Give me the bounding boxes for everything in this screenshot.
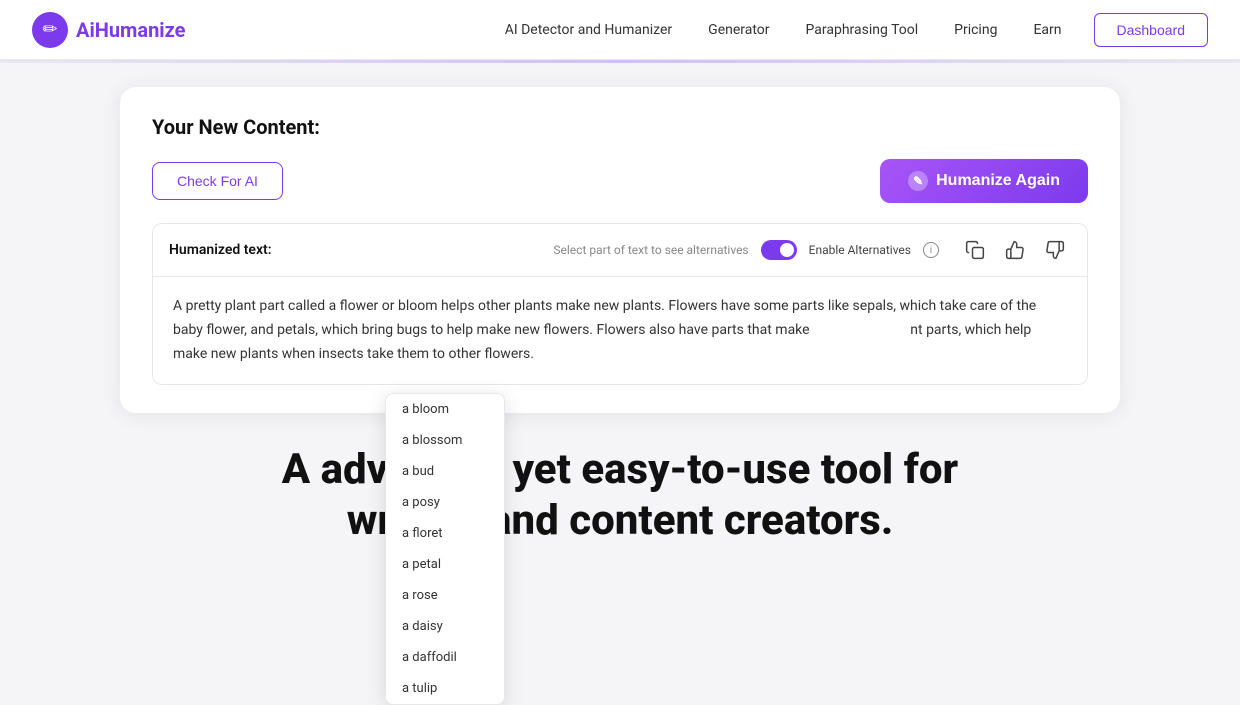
alternatives-dropdown: a bloom a blossom a bud a posy a floret … bbox=[385, 393, 505, 705]
dropdown-item-3[interactable]: a posy bbox=[386, 487, 504, 518]
humanize-again-button[interactable]: ✎ Humanize Again bbox=[880, 159, 1088, 203]
nav-links: AI Detector and Humanizer Generator Para… bbox=[505, 22, 1062, 38]
info-icon[interactable]: i bbox=[923, 242, 939, 258]
nav-link-pricing[interactable]: Pricing bbox=[954, 22, 997, 38]
logo-icon: ✏ bbox=[32, 12, 68, 48]
dropdown-item-5[interactable]: a petal bbox=[386, 549, 504, 580]
logo-text: AiHumanize bbox=[76, 18, 185, 42]
logo: ✏ AiHumanize bbox=[32, 12, 185, 48]
copy-button[interactable] bbox=[959, 234, 991, 266]
card-title: Your New Content: bbox=[152, 115, 1088, 139]
enable-alternatives-label: Enable Alternatives bbox=[809, 243, 911, 257]
dropdown-item-8[interactable]: a daffodil bbox=[386, 642, 504, 673]
content-card: Your New Content: Check For AI ✎ Humaniz… bbox=[120, 87, 1120, 413]
alternatives-hint: Select part of text to see alternatives bbox=[553, 243, 748, 257]
navbar: ✏ AiHumanize AI Detector and Humanizer G… bbox=[0, 0, 1240, 60]
card-actions: Check For AI ✎ Humanize Again bbox=[152, 159, 1088, 203]
dropdown-item-1[interactable]: a blossom bbox=[386, 425, 504, 456]
enable-alternatives-toggle[interactable] bbox=[761, 240, 797, 260]
dropdown-item-9[interactable]: a tulip bbox=[386, 673, 504, 704]
humanize-icon: ✎ bbox=[908, 171, 928, 191]
dropdown-item-6[interactable]: a rose bbox=[386, 580, 504, 611]
text-section: Humanized text: Select part of text to s… bbox=[152, 223, 1088, 385]
text-content: A pretty plant part called a flower or b… bbox=[153, 277, 1087, 384]
dropdown-item-7[interactable]: a daisy bbox=[386, 611, 504, 642]
nav-link-ai-detector[interactable]: AI Detector and Humanizer bbox=[505, 22, 672, 38]
humanized-text-label: Humanized text: bbox=[169, 242, 272, 258]
thumbup-button[interactable] bbox=[999, 234, 1031, 266]
dashboard-button[interactable]: Dashboard bbox=[1094, 13, 1209, 47]
dropdown-item-4[interactable]: a floret bbox=[386, 518, 504, 549]
dropdown-item-0[interactable]: a bloom bbox=[386, 394, 504, 425]
main-content: Your New Content: Check For AI ✎ Humaniz… bbox=[0, 63, 1240, 570]
bottom-headline: A advanced yet easy-to-use tool for writ… bbox=[120, 413, 1120, 546]
toolbar-icons bbox=[959, 234, 1071, 266]
dropdown-item-2[interactable]: a bud bbox=[386, 456, 504, 487]
nav-link-generator[interactable]: Generator bbox=[708, 22, 769, 38]
thumbdown-button[interactable] bbox=[1039, 234, 1071, 266]
text-toolbar: Humanized text: Select part of text to s… bbox=[153, 224, 1087, 277]
check-ai-button[interactable]: Check For AI bbox=[152, 162, 283, 200]
nav-link-earn[interactable]: Earn bbox=[1033, 22, 1061, 38]
nav-link-paraphrasing[interactable]: Paraphrasing Tool bbox=[806, 22, 919, 38]
